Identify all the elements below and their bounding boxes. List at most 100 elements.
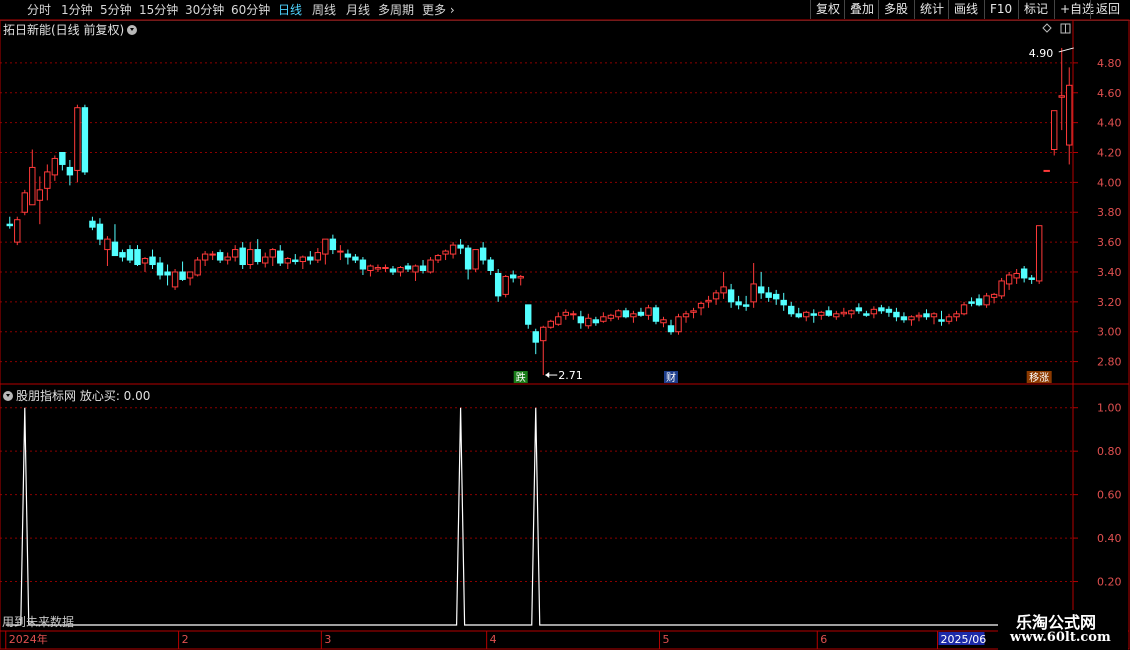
candle-body — [179, 271, 186, 280]
candle — [194, 257, 201, 277]
candle — [59, 151, 66, 171]
candle — [36, 176, 44, 225]
candle-body — [705, 299, 712, 303]
candle — [314, 248, 322, 264]
candle-body — [74, 107, 81, 171]
candle — [186, 271, 194, 286]
candle-body — [134, 249, 141, 266]
candle — [675, 313, 682, 335]
candle-body — [412, 265, 419, 273]
candle-body — [577, 316, 585, 324]
candle — [96, 218, 104, 246]
candle-body — [810, 313, 817, 316]
candle-body — [201, 253, 209, 261]
candle-body — [487, 259, 494, 271]
candle-body — [825, 310, 832, 316]
candle-body — [21, 192, 28, 213]
candle — [224, 252, 231, 265]
candle — [735, 295, 742, 310]
candle-body — [690, 310, 697, 313]
candle — [637, 307, 645, 317]
candle-body — [742, 304, 750, 307]
candle — [885, 306, 893, 317]
time-label: 3 — [324, 633, 331, 646]
candle — [74, 104, 81, 183]
candle — [532, 328, 539, 355]
candle-body — [1013, 272, 1020, 279]
candle-body — [269, 249, 276, 258]
candle-body — [6, 223, 13, 227]
price-tick-label: 3.40 — [1097, 266, 1122, 279]
candle — [487, 257, 494, 275]
candle — [156, 257, 164, 280]
indicator-title-text: 股朋指标网 放心买: 0.00 — [16, 389, 151, 403]
candle-body — [540, 326, 547, 342]
candle-body — [908, 316, 915, 321]
candle — [464, 245, 472, 280]
candle — [600, 312, 607, 323]
candle-body — [322, 238, 329, 255]
candle — [434, 254, 442, 264]
candle — [209, 251, 216, 261]
candle — [81, 104, 89, 175]
candle-body — [562, 311, 570, 316]
candle-body — [720, 286, 727, 294]
diamond-icon[interactable] — [1042, 23, 1052, 33]
candle — [216, 249, 224, 264]
candle — [652, 304, 660, 325]
candle — [269, 248, 276, 267]
candle — [765, 286, 772, 302]
candle-body — [1028, 277, 1035, 280]
candle-body — [367, 265, 374, 271]
candle-body — [945, 316, 953, 322]
candle — [397, 266, 404, 277]
candle — [284, 257, 291, 269]
candle — [750, 263, 757, 308]
price-tick-label: 3.20 — [1097, 296, 1122, 309]
candle-body — [292, 259, 299, 263]
candle-body — [44, 171, 51, 189]
candle-body — [570, 313, 577, 316]
candle-body — [750, 283, 757, 303]
candle — [570, 310, 577, 320]
candle-body — [990, 293, 998, 298]
candle — [134, 245, 141, 267]
candle — [960, 301, 968, 316]
candle-body — [953, 313, 960, 318]
candle — [547, 319, 554, 329]
candle-body — [893, 311, 900, 318]
candle — [900, 312, 908, 323]
candle-body — [870, 308, 878, 315]
candle-body — [397, 267, 404, 273]
candle — [517, 274, 524, 286]
candle — [502, 274, 509, 298]
arrow-left-icon — [545, 372, 550, 379]
candle — [615, 309, 622, 320]
candle — [292, 254, 299, 265]
candle — [6, 216, 13, 229]
candle-body — [224, 256, 231, 261]
candle — [389, 266, 397, 275]
candle — [622, 307, 630, 319]
candle — [1005, 271, 1013, 290]
candle — [923, 309, 930, 320]
candle-body — [111, 241, 119, 257]
chevron-down-icon[interactable] — [3, 391, 13, 401]
candle-body — [660, 319, 667, 324]
indicator-line — [5, 407, 1070, 626]
future-data-label: 用到未来数据 — [2, 615, 75, 629]
candle — [727, 283, 735, 308]
indicator-tick-label: 0.80 — [1097, 445, 1122, 458]
candle-body — [119, 252, 126, 258]
price-tick-label: 2.80 — [1097, 356, 1122, 369]
candle — [585, 313, 592, 329]
candle — [855, 303, 863, 314]
candle — [712, 289, 720, 305]
candle — [975, 294, 983, 307]
candle — [374, 264, 382, 272]
candle — [171, 268, 179, 290]
candle-body — [878, 307, 885, 312]
candle — [352, 254, 359, 264]
candle — [1035, 225, 1043, 284]
time-axis: 2024年 2 3 4 5 6 2025/06 — [5, 631, 986, 649]
